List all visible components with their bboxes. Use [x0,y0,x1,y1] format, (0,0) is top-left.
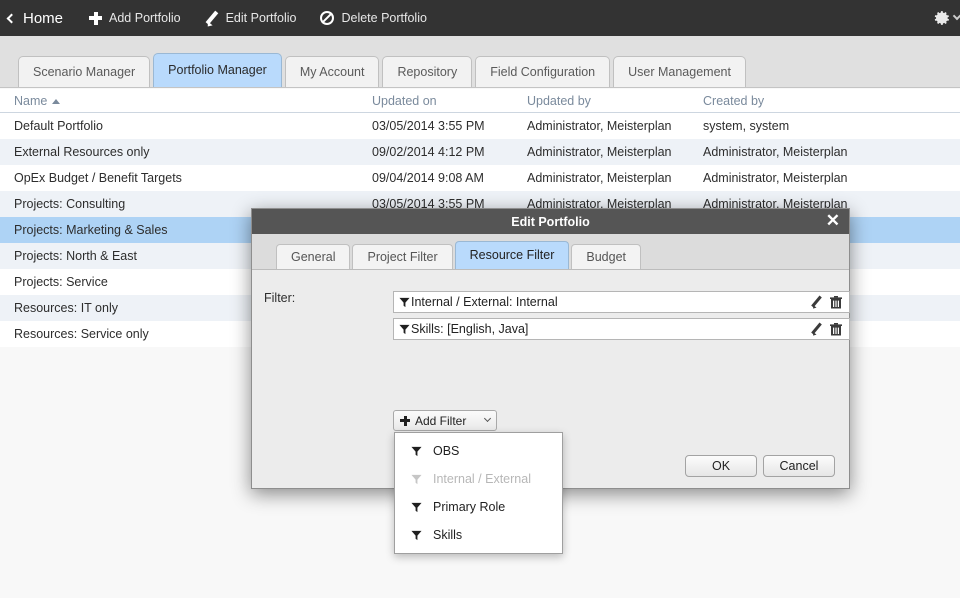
tab-repository[interactable]: Repository [382,56,473,87]
home-button[interactable]: Home [0,0,77,36]
plus-icon [400,415,410,426]
chevron-left-icon [6,13,17,23]
tab-portfolio-manager[interactable]: Portfolio Manager [153,53,282,87]
cell-created-by: Administrator, Meisterplan [703,171,848,185]
tab-budget[interactable]: Budget [571,244,642,269]
cell-created-by: Administrator, Meisterplan [703,145,848,159]
dropdown-item-label: Primary Role [433,500,506,514]
column-header-created-by[interactable]: Created by [703,94,953,108]
funnel-icon [411,446,422,456]
dialog-title: Edit Portfolio [511,214,590,229]
tab-user-management[interactable]: User Management [613,56,746,87]
chevron-down-icon[interactable] [952,11,960,21]
dropdown-item-label: OBS [433,444,460,458]
dropdown-item-internal-external: Internal / External [395,465,562,493]
funnel-icon [411,502,422,512]
dropdown-item-primary-role[interactable]: Primary Role [395,493,562,521]
dropdown-item-obs[interactable]: OBS [395,437,562,465]
dropdown-item-label: Skills [433,528,463,542]
delete-portfolio-label: Delete Portfolio [341,11,427,25]
add-portfolio-button[interactable]: Add Portfolio [77,0,193,36]
app-root: Home Add Portfolio Edit Portfolio Delete… [0,0,960,598]
table-header-row: Name Updated on Updated by Created by [0,89,960,113]
cell-updated-by: Administrator, Meisterplan [527,145,672,159]
pencil-icon[interactable] [810,296,823,309]
dialog-tabbar: General Project Filter Resource Filter B… [252,234,849,270]
filter-row[interactable]: Internal / External: Internal [393,291,850,313]
cell-updated-by: Administrator, Meisterplan [527,171,672,185]
top-toolbar: Home Add Portfolio Edit Portfolio Delete… [0,0,960,36]
add-filter-label: Add Filter [415,413,467,428]
cell-created-by: system, system [703,119,790,133]
column-header-updated-on[interactable]: Updated on [372,94,527,108]
funnel-icon [399,297,410,307]
chevron-down-icon [483,414,492,423]
add-filter-wrap: Add Filter [393,410,497,431]
cancel-button[interactable]: Cancel [763,455,835,477]
filter-list: Internal / External: Internal Skills: [E… [393,291,850,345]
delete-portfolio-button[interactable]: Delete Portfolio [308,0,438,36]
filter-row-label: Internal / External: Internal [411,295,558,309]
plus-icon [89,11,103,25]
ok-button[interactable]: OK [685,455,757,477]
edit-portfolio-label: Edit Portfolio [225,11,297,25]
funnel-icon [411,530,422,540]
add-filter-dropdown-menu: OBS Internal / External Primary Role Ski… [394,432,563,554]
cell-name: External Resources only [14,145,150,159]
dropdown-item-label: Internal / External [433,472,531,486]
tab-field-configuration[interactable]: Field Configuration [475,56,611,87]
home-label: Home [23,9,64,27]
main-tabs: Scenario Manager Portfolio Manager My Ac… [18,53,749,87]
add-filter-button[interactable]: Add Filter [393,410,497,431]
filter-row-text-wrap: Internal / External: Internal [394,295,810,309]
cell-updated-on: 09/04/2014 9:08 AM [372,171,484,185]
cell-updated-by: Administrator, Meisterplan [527,119,672,133]
tab-my-account[interactable]: My Account [284,56,380,87]
edit-portfolio-dialog: Edit Portfolio ✕ General Project Filter … [251,208,850,554]
filter-row-label: Skills: [English, Java] [411,322,529,336]
ban-icon [320,11,335,25]
tab-scenario-manager[interactable]: Scenario Manager [18,56,151,87]
gear-icon[interactable] [932,8,952,28]
column-header-name-label: Name [14,93,48,108]
filter-row-actions [810,295,849,309]
trash-icon[interactable] [830,295,842,309]
edit-portfolio-button[interactable]: Edit Portfolio [193,0,309,36]
table-row[interactable]: OpEx Budget / Benefit Targets 09/04/2014… [0,165,960,191]
filter-row-actions [810,322,849,336]
main-tabstrip: Scenario Manager Portfolio Manager My Ac… [0,36,960,88]
tab-general[interactable]: General [276,244,351,269]
close-icon[interactable]: ✕ [826,212,840,230]
trash-icon[interactable] [830,322,842,336]
dropdown-item-skills[interactable]: Skills [395,521,562,549]
dialog-body: Filter: Internal / External: Internal Sk… [252,270,850,554]
funnel-icon [411,474,422,484]
table-row[interactable]: Default Portfolio 03/05/2014 3:55 PM Adm… [0,113,960,139]
filter-row-text-wrap: Skills: [English, Java] [394,322,810,336]
dialog-footer: OK Cancel [685,455,835,477]
add-portfolio-label: Add Portfolio [109,11,181,25]
dialog-title-bar: Edit Portfolio ✕ [252,209,849,234]
table-row[interactable]: External Resources only 09/02/2014 4:12 … [0,139,960,165]
tab-resource-filter[interactable]: Resource Filter [454,241,570,269]
column-header-name[interactable]: Name [0,94,372,108]
cell-updated-on: 03/05/2014 3:55 PM [372,119,485,133]
sort-ascending-caret-icon [52,98,61,104]
column-header-updated-by[interactable]: Updated by [527,94,703,108]
cell-name: Default Portfolio [14,119,103,133]
filter-label: Filter: [264,291,296,305]
tab-project-filter[interactable]: Project Filter [352,244,453,269]
pencil-icon[interactable] [810,323,823,336]
cell-updated-on: 09/02/2014 4:12 PM [372,145,485,159]
pencil-icon [205,11,219,25]
topbar-right-group [932,8,960,28]
dialog-tabs: General Project Filter Resource Filter B… [276,241,643,269]
filter-row[interactable]: Skills: [English, Java] [393,318,850,340]
funnel-icon [399,324,410,334]
cell-name: OpEx Budget / Benefit Targets [14,171,182,185]
